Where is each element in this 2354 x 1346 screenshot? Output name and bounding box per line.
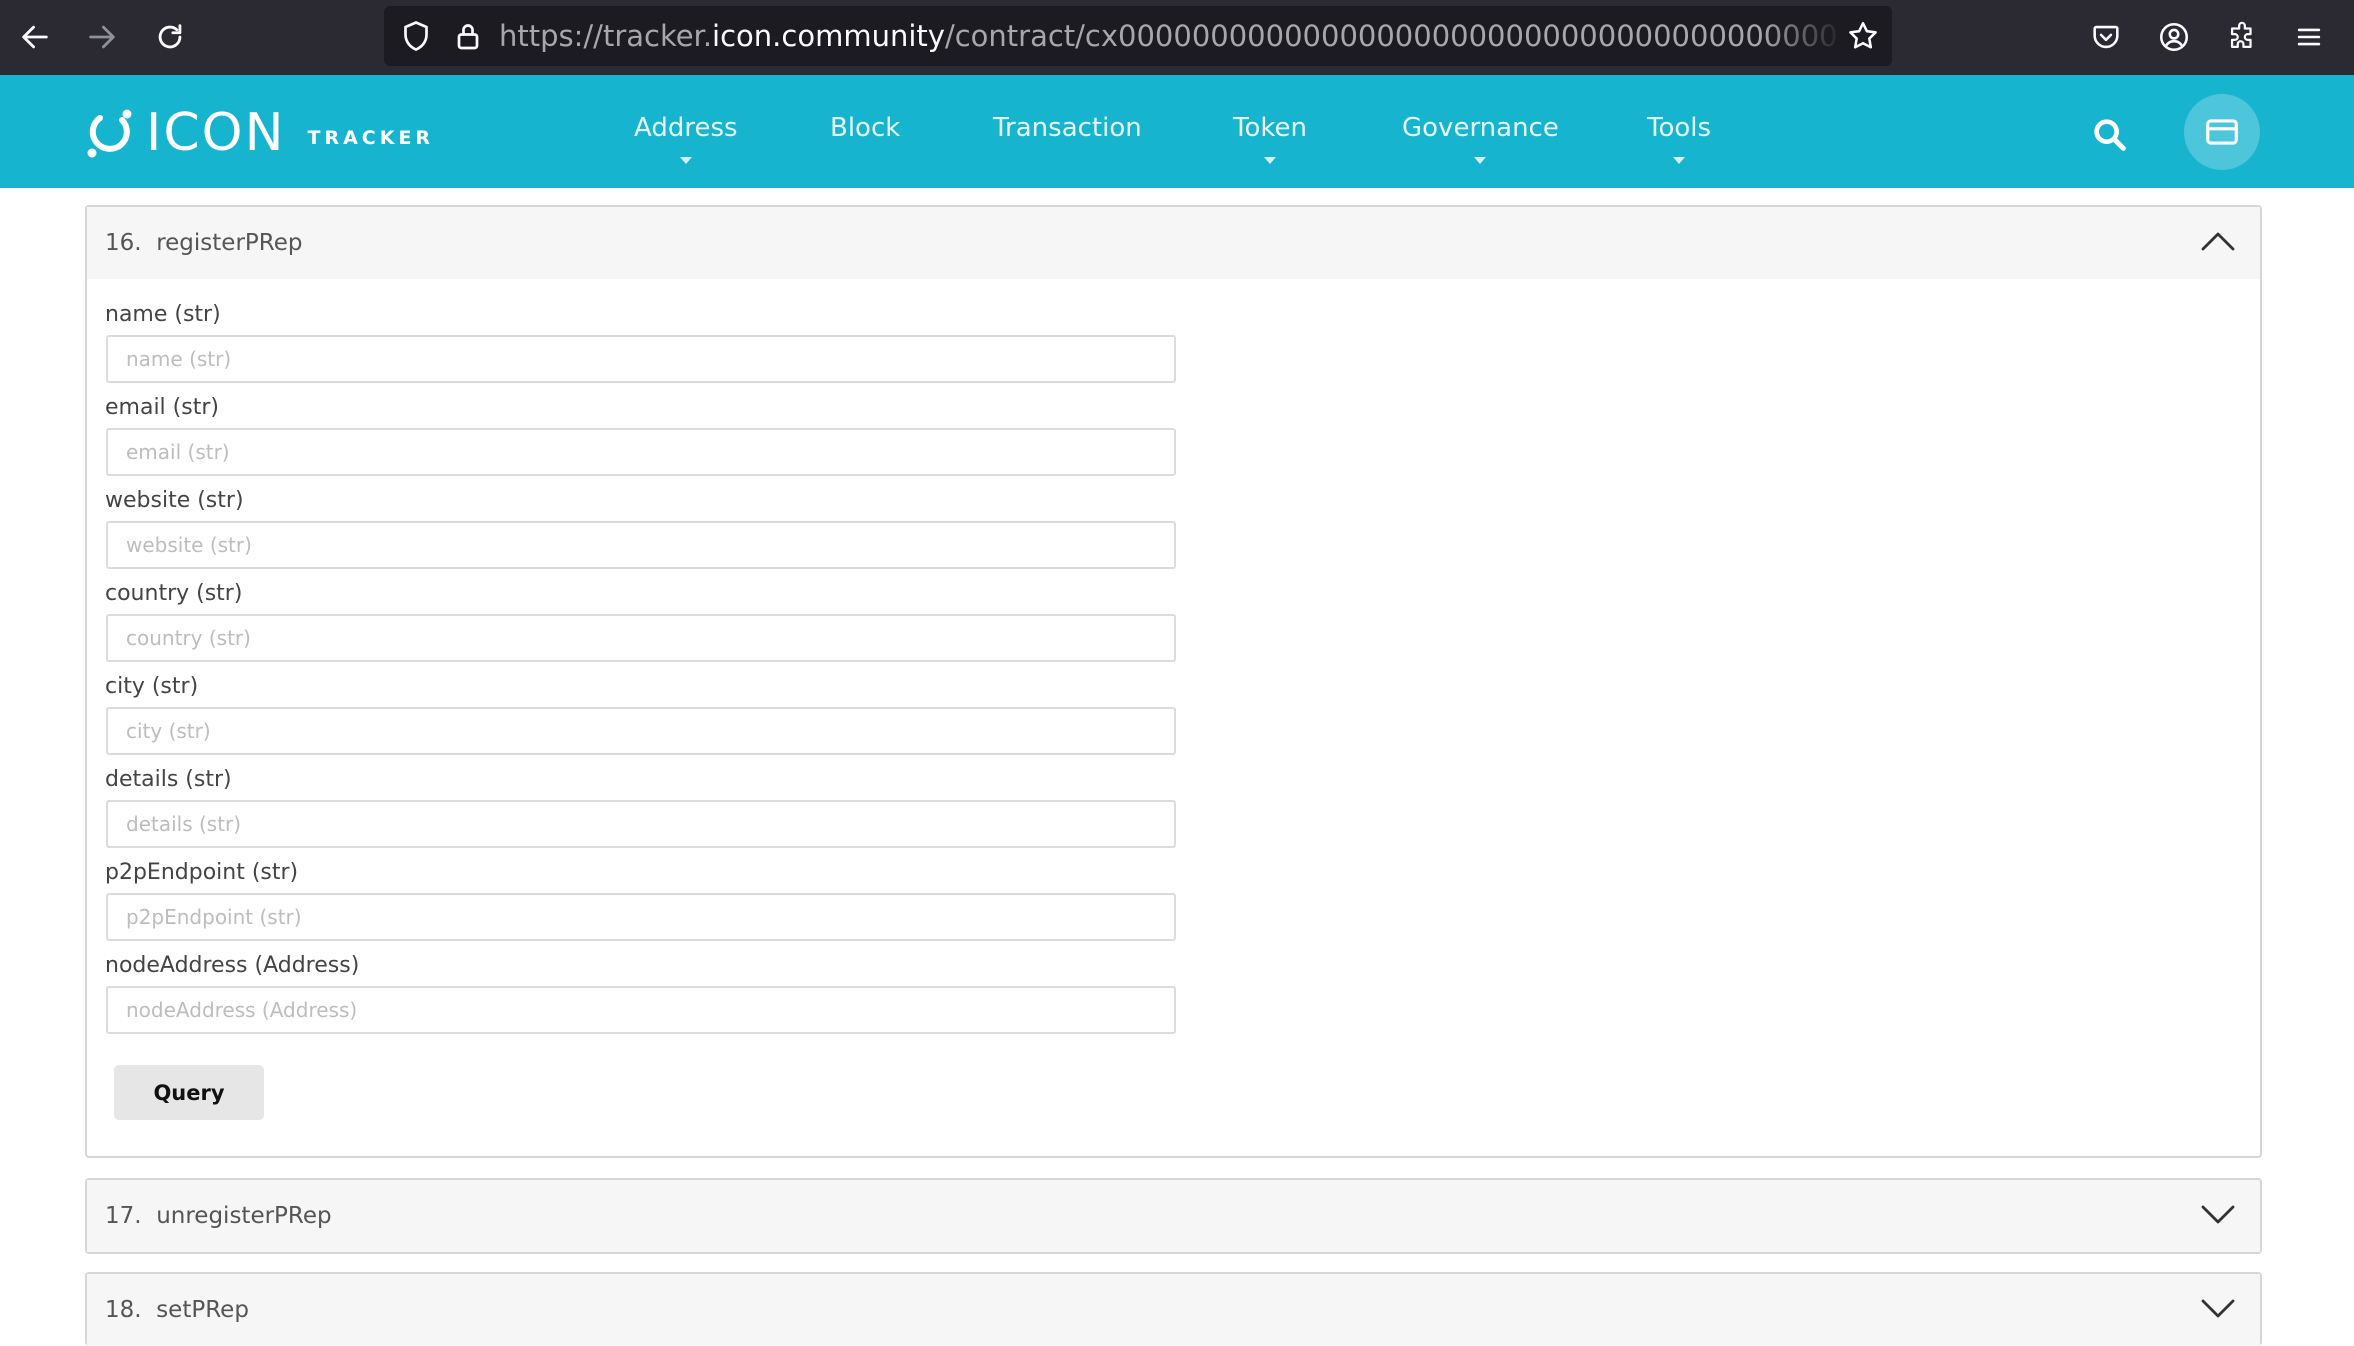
method-index: 17. [105,1203,142,1229]
method-title: 17. unregisterPRep [105,1180,332,1252]
chevron-down-icon[interactable] [2200,1202,2236,1226]
website-input[interactable] [106,521,1176,569]
icon-logo-icon [87,109,132,158]
caret-down-icon [1263,157,1276,164]
hamburger-menu-icon [2297,28,2321,46]
field-label-p2pendpoint: p2pEndpoint (str) [105,860,299,885]
account-button[interactable] [2151,14,2197,60]
wallet-button[interactable] [2184,94,2260,170]
method-panel-setPRep: 18. setPRep [85,1272,2262,1346]
chevron-up-icon[interactable] [2200,229,2236,253]
url-path: /contract/cx0000000000000000000000000000… [944,19,1839,53]
url-prefix: https://tracker. [499,19,713,53]
nav-token[interactable]: Token [1233,113,1307,164]
country-input[interactable] [106,614,1176,662]
field-label-nodeaddress: nodeAddress (Address) [105,953,360,978]
method-name: unregisterPRep [156,1203,332,1229]
nav-address-label: Address [634,113,738,143]
method-index: 18. [105,1297,142,1323]
nav-token-label: Token [1233,113,1307,143]
name-input[interactable] [106,335,1176,383]
method-header[interactable]: 16. registerPRep [87,207,2260,279]
nav-block[interactable]: Block [830,113,900,143]
back-button[interactable] [12,14,58,60]
nav-governance-label: Governance [1402,113,1559,143]
method-title: 16. registerPRep [105,207,302,279]
url-bar[interactable]: https://tracker.icon.community/contract/… [384,6,1892,66]
field-label-email: email (str) [105,395,219,420]
field-label-details: details (str) [105,767,232,792]
p2pendpoint-input[interactable] [106,893,1176,941]
url-host: icon.community [712,19,945,53]
bookmark-star-icon[interactable] [1845,18,1881,54]
url-text[interactable]: https://tracker.icon.community/contract/… [499,6,1839,66]
nav-tools-label: Tools [1647,113,1712,143]
field-label-website: website (str) [105,488,244,513]
field-label-city: city (str) [105,674,199,699]
nodeaddress-input[interactable] [106,986,1176,1034]
details-input[interactable] [106,800,1176,848]
query-button[interactable]: Query [114,1065,264,1120]
reload-button[interactable] [147,14,193,60]
lock-icon[interactable] [450,18,486,54]
city-input[interactable] [106,707,1176,755]
email-input[interactable] [106,428,1176,476]
forward-button[interactable] [79,14,125,60]
caret-down-icon [1474,157,1487,164]
pocket-icon [2093,25,2119,49]
account-icon [2159,22,2189,52]
method-name: setPRep [156,1297,249,1323]
reload-icon [158,24,182,49]
nav-address[interactable]: Address [634,113,738,164]
site-header: ICON TRACKER Address Block Transaction T… [0,75,2354,188]
caret-down-icon [1673,157,1686,164]
search-icon[interactable] [2090,115,2130,155]
site-logo[interactable]: ICON TRACKER [84,103,435,163]
caret-down-icon [679,157,692,164]
nav-transaction-label: Transaction [993,113,1142,143]
nav-governance[interactable]: Governance [1402,113,1559,164]
field-label-country: country (str) [105,581,243,606]
puzzle-icon [2230,21,2252,49]
url-fade [1764,10,1844,62]
nav-transaction[interactable]: Transaction [993,113,1142,143]
field-label-name: name (str) [105,302,221,327]
method-panel-unregisterPRep: 17. unregisterPRep [85,1178,2262,1254]
method-header[interactable]: 17. unregisterPRep [87,1180,2260,1252]
wallet-icon [2206,119,2238,145]
browser-toolbar: https://tracker.icon.community/contract/… [0,0,2354,75]
method-title: 18. setPRep [105,1274,249,1346]
method-index: 16. [105,230,142,256]
extensions-button[interactable] [2219,14,2265,60]
method-header[interactable]: 18. setPRep [87,1274,2260,1346]
logo-subtitle: TRACKER [307,127,435,149]
method-panel-registerPRep: 16. registerPRep name (str) email (str) … [85,205,2262,1158]
method-name: registerPRep [156,230,303,256]
nav-block-label: Block [830,113,901,143]
pocket-button[interactable] [2083,14,2129,60]
chevron-down-icon[interactable] [2200,1296,2236,1320]
logo-word: ICON [146,103,286,163]
arrow-right-icon [89,25,115,49]
arrow-left-icon [22,25,48,49]
nav-tools[interactable]: Tools [1647,113,1712,164]
shield-icon[interactable] [398,18,434,54]
menu-button[interactable] [2286,14,2332,60]
